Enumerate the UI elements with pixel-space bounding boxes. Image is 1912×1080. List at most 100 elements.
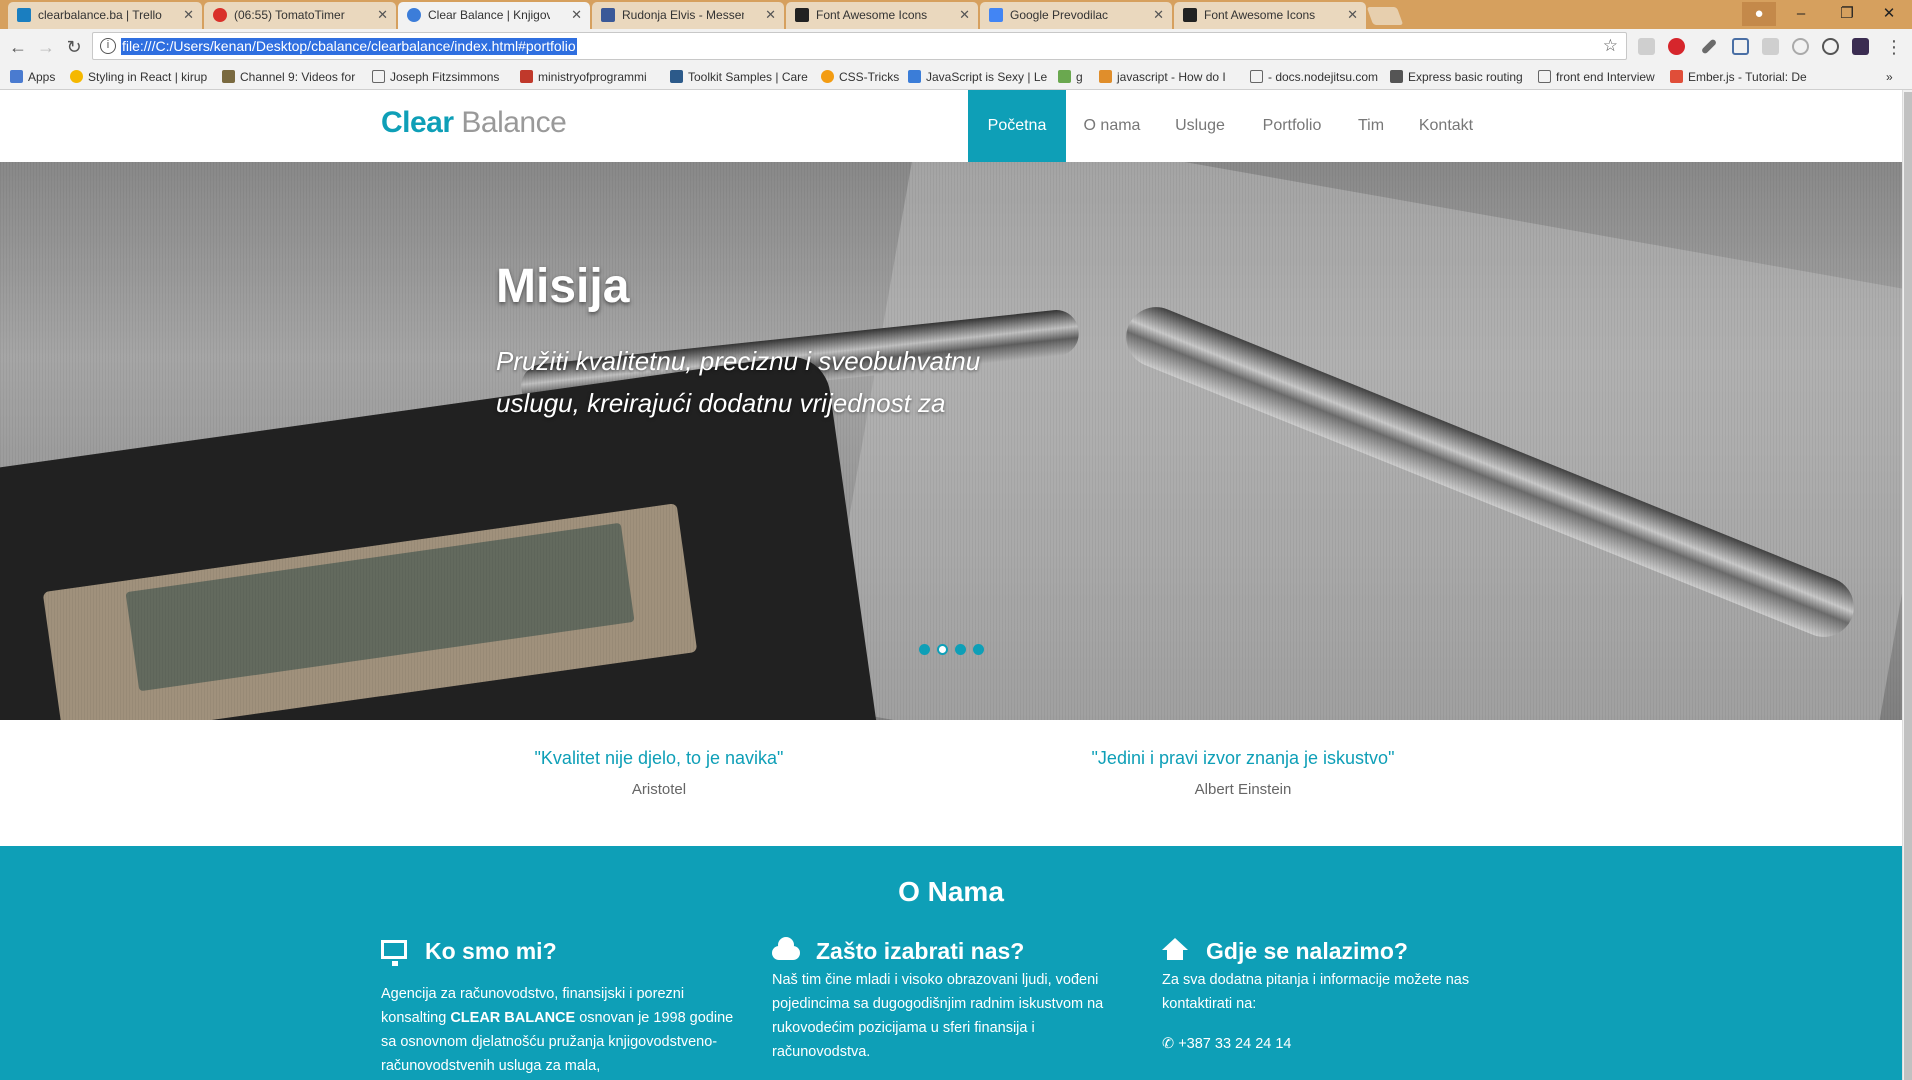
hero-text: Pružiti kvalitetnu, preciznu i sveobuhva… xyxy=(496,346,981,418)
nav-kontakt[interactable]: Kontakt xyxy=(1400,90,1492,162)
close-icon[interactable]: ✕ xyxy=(377,2,388,28)
quote-author: Aristotel xyxy=(631,781,687,798)
page-scrollbar[interactable] xyxy=(1902,90,1912,1080)
hero-title: Misija xyxy=(496,260,630,313)
adblock-icon[interactable] xyxy=(1668,38,1685,55)
web-page: Clear Balance Početna O nama Usluge Port… xyxy=(0,90,1902,1080)
close-icon[interactable]: ✕ xyxy=(183,2,194,28)
close-icon[interactable]: ✕ xyxy=(571,2,582,28)
bookmark-item[interactable]: javascript - How do I xyxy=(1099,64,1237,90)
back-arrow-icon[interactable]: ← xyxy=(6,35,30,59)
column-heading: Gdje se nalazimo? xyxy=(1162,936,1522,966)
forward-arrow-icon[interactable]: → xyxy=(34,35,58,59)
tomato-icon xyxy=(213,8,227,22)
bookmark-item[interactable]: - docs.nodejitsu.com xyxy=(1250,64,1382,90)
eyedropper-icon[interactable] xyxy=(1700,38,1718,55)
carousel-dot-active[interactable] xyxy=(937,644,948,655)
restore-icon[interactable]: ❐ xyxy=(1824,2,1870,26)
bookmark-item[interactable]: Joseph Fitzsimmons - xyxy=(372,64,502,90)
browser-chrome: clearbalance.ba | Trello ✕ (06:55) Tomat… xyxy=(0,0,1912,90)
translate-icon xyxy=(989,8,1003,22)
site-logo[interactable]: Clear Balance xyxy=(381,106,567,140)
document-icon xyxy=(372,70,385,83)
flag-icon xyxy=(795,8,809,22)
bookmark-star-icon[interactable]: ☆ xyxy=(1603,36,1618,56)
page-icon xyxy=(670,70,683,83)
tab-font-awesome-1[interactable]: Font Awesome Icons ✕ xyxy=(786,2,978,29)
close-icon[interactable]: ✕ xyxy=(959,2,970,28)
bookmark-item[interactable]: JavaScript is Sexy | Le xyxy=(908,64,1050,90)
bookmark-item[interactable]: Styling in React | kirup xyxy=(70,64,210,90)
quote-aristotel: "Kvalitet nije djelo, to je navika" Aris… xyxy=(409,748,909,798)
profile-icon[interactable]: ● xyxy=(1742,2,1776,26)
section-title: O Nama xyxy=(898,876,1004,907)
tab-trello[interactable]: clearbalance.ba | Trello ✕ xyxy=(8,2,202,29)
extension-icon[interactable] xyxy=(1762,38,1779,55)
cloud-icon xyxy=(772,937,800,960)
document-icon xyxy=(1538,70,1551,83)
bookmarks-overflow-icon[interactable]: » xyxy=(1886,64,1906,90)
carousel-dot[interactable] xyxy=(919,644,930,655)
page-icon xyxy=(407,8,421,22)
nav-portfolio[interactable]: Portfolio xyxy=(1242,90,1342,162)
site-header: Clear Balance Početna O nama Usluge Port… xyxy=(0,90,1902,162)
about-column-why: Zašto izabrati nas? Naš tim čine mladi i… xyxy=(772,936,1132,1064)
carousel-dot[interactable] xyxy=(973,644,984,655)
url-text[interactable]: file:///C:/Users/kenan/Desktop/cbalance/… xyxy=(121,38,577,55)
about-column-where: Gdje se nalazimo? Za sva dodatna pitanja… xyxy=(1162,936,1522,1056)
window-close-icon[interactable]: ✕ xyxy=(1866,2,1912,26)
apps-grid-icon xyxy=(10,70,23,83)
tab-messenger[interactable]: Rudonja Elvis - Messenger ✕ xyxy=(592,2,784,29)
tab-font-awesome-2[interactable]: Font Awesome Icons ✕ xyxy=(1174,2,1366,29)
minimize-icon[interactable]: – xyxy=(1778,2,1824,26)
page-icon xyxy=(1099,70,1112,83)
bookmark-item[interactable]: front end Interview xyxy=(1538,64,1660,90)
bookmark-item[interactable]: Express basic routing xyxy=(1390,64,1530,90)
info-icon[interactable]: i xyxy=(100,38,116,54)
document-icon xyxy=(1250,70,1263,83)
screen-capture-icon[interactable] xyxy=(1732,38,1749,55)
close-icon[interactable]: ✕ xyxy=(765,2,776,28)
bookmark-item[interactable]: Channel 9: Videos for xyxy=(222,64,362,90)
contact-phone[interactable]: ✆ +387 33 24 24 14 xyxy=(1162,1032,1522,1056)
navigation-row: ← → ↻ i file:///C:/Users/kenan/Desktop/c… xyxy=(0,29,1912,64)
tab-google-prevodilac[interactable]: Google Prevodilac ✕ xyxy=(980,2,1172,29)
asterisk-icon xyxy=(821,70,834,83)
close-icon[interactable]: ✕ xyxy=(1153,2,1164,28)
home-icon xyxy=(1162,938,1188,960)
desktop-icon xyxy=(381,940,407,966)
bookmark-item[interactable]: Toolkit Samples | Care xyxy=(670,64,810,90)
facebook-icon xyxy=(601,8,615,22)
bookmark-item[interactable]: Ember.js - Tutorial: De xyxy=(1670,64,1810,90)
flag-icon xyxy=(1183,8,1197,22)
nav-usluge[interactable]: Usluge xyxy=(1158,90,1242,162)
page-icon xyxy=(520,70,533,83)
new-tab-button[interactable] xyxy=(1366,7,1404,25)
quote-author: Albert Einstein xyxy=(1194,781,1292,798)
tab-tomatotimer[interactable]: (06:55) TomatoTimer ✕ xyxy=(204,2,396,29)
quote-einstein: "Jedini i pravi izvor znanja je iskustvo… xyxy=(993,748,1493,798)
bookmarks-bar: Apps Styling in React | kirup Channel 9:… xyxy=(0,64,1912,90)
carousel-dot[interactable] xyxy=(955,644,966,655)
nav-pocetna[interactable]: Početna xyxy=(968,90,1066,162)
scrollbar-thumb[interactable] xyxy=(1904,92,1912,1080)
bookmark-item[interactable]: CSS-Tricks xyxy=(821,64,901,90)
bookmark-item[interactable]: g xyxy=(1058,64,1090,90)
column-text: Naš tim čine mladi i visoko obrazovani l… xyxy=(772,972,1104,1060)
extension-icon[interactable] xyxy=(1638,38,1655,55)
reload-icon[interactable]: ↻ xyxy=(62,35,86,59)
sync-icon[interactable] xyxy=(1822,38,1839,55)
nav-o-nama[interactable]: O nama xyxy=(1066,90,1158,162)
js-icon xyxy=(908,70,921,83)
menu-icon[interactable]: ⋮ xyxy=(1882,35,1906,59)
tab-bar: clearbalance.ba | Trello ✕ (06:55) Tomat… xyxy=(0,0,1912,29)
tab-clear-balance[interactable]: Clear Balance | Knjigovodstvo ✕ xyxy=(398,2,590,29)
bookmark-item[interactable]: ministryofprogrammi xyxy=(520,64,660,90)
address-bar[interactable]: i file:///C:/Users/kenan/Desktop/cbalanc… xyxy=(92,32,1627,60)
close-icon[interactable]: ✕ xyxy=(1347,2,1358,28)
nav-tim[interactable]: Tim xyxy=(1342,90,1400,162)
bookmark-apps[interactable]: Apps xyxy=(10,64,70,90)
extension-icon[interactable] xyxy=(1852,38,1869,55)
extension-icon[interactable] xyxy=(1792,38,1809,55)
trello-icon xyxy=(17,8,31,22)
